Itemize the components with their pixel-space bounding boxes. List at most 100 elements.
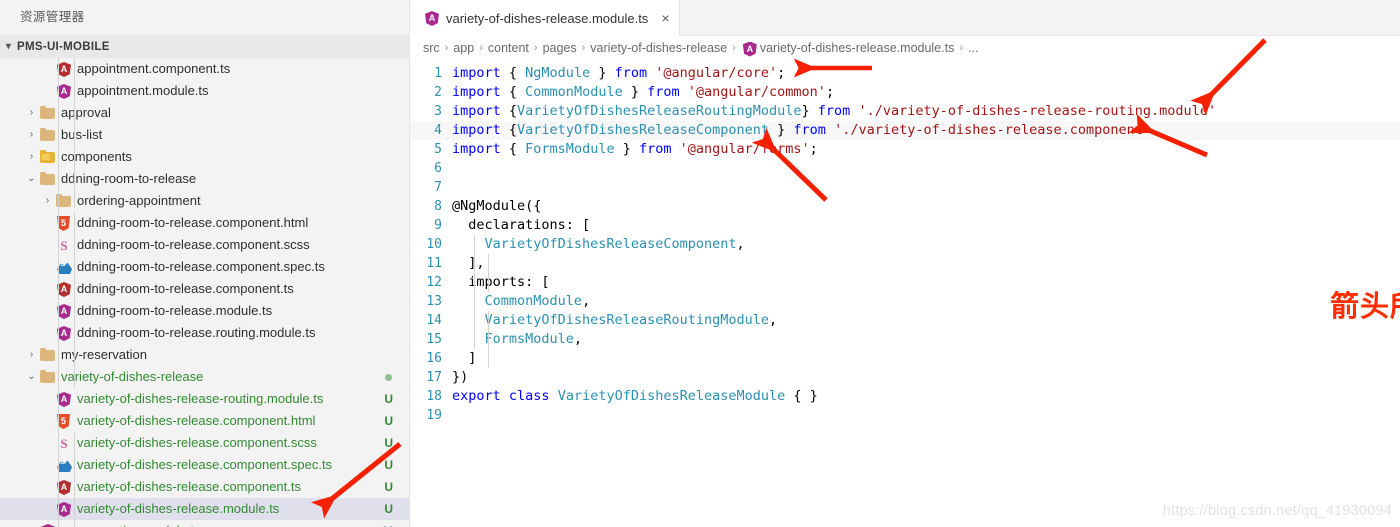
tree-row[interactable]: ›ddning-room-to-release.routing.module.t… [0, 322, 409, 344]
tree-row[interactable]: ›variety-of-dishes-release-routing.modul… [0, 388, 409, 410]
indent-guide [488, 311, 489, 368]
tree-row[interactable]: ⌄ ddning-room-to-release [0, 168, 409, 190]
tree-row[interactable]: ›ddning-room-to-release.component.html [0, 212, 409, 234]
tree-row-label: variety-of-dishes-release.component.scss [77, 435, 317, 450]
line-number: 18 [426, 389, 442, 404]
folder-icon [39, 347, 57, 363]
vscode-window: 资源管理器 ▾ PMS-UI-MOBILE ›appointment.compo… [0, 0, 1400, 527]
tree-row[interactable]: ›Sddning-room-to-release.component.scss [0, 234, 409, 256]
breadcrumb-separator-icon: › [959, 41, 964, 54]
tree-row[interactable]: › ordering-appointment [0, 190, 409, 212]
code-line[interactable]: 1 import { NgModule } from '@angular/core… [410, 64, 1400, 83]
code-line[interactable]: 19 [410, 406, 1400, 425]
project-root-header[interactable]: ▾ PMS-UI-MOBILE [0, 36, 409, 58]
code-line-text: export class VarietyOfDishesReleaseModul… [452, 388, 818, 404]
angular-module-icon [741, 41, 757, 57]
code-line-text: VarietyOfDishesReleaseComponent, [484, 236, 745, 252]
code-line[interactable]: 3 import {VarietyOfDishesReleaseRoutingMo… [410, 102, 1400, 121]
code-line[interactable]: 2 import { CommonModule } from '@angular/… [410, 83, 1400, 102]
tree-row[interactable]: ›appointment.module.ts [0, 80, 409, 102]
breadcrumb-segment[interactable]: ... [968, 41, 978, 55]
tree-row-label: components [61, 149, 132, 164]
chevron-right-icon[interactable]: › [24, 344, 39, 366]
indent-guide [488, 254, 489, 292]
breadcrumb-segment[interactable]: content [488, 41, 529, 55]
editor-area: variety-of-dishes-release.module.ts × sr… [410, 0, 1400, 527]
chevron-down-icon[interactable]: ⌄ [24, 366, 39, 388]
tree-row[interactable]: ›ddning-room-to-release.module.ts [0, 300, 409, 322]
code-line[interactable]: 10 VarietyOfDishesReleaseComponent, [410, 235, 1400, 254]
tree-row[interactable]: › components [0, 146, 409, 168]
line-number: 11 [426, 256, 442, 271]
code-line[interactable]: 16 ] [410, 349, 1400, 368]
folder-special-icon [39, 149, 57, 165]
code-line[interactable]: 6 [410, 159, 1400, 178]
code-line[interactable]: 5 import { FormsModule } from '@angular/f… [410, 140, 1400, 159]
code-line[interactable]: 7 [410, 178, 1400, 197]
tree-row-label: approval [61, 105, 111, 120]
code-editor[interactable]: 1 import { NgModule } from '@angular/core… [410, 59, 1400, 425]
tree-row[interactable]: ›variety-of-dishes-release.module.tsU [0, 498, 409, 520]
folder-icon [39, 369, 57, 385]
code-line-text: }) [452, 369, 469, 385]
code-line[interactable]: 14 VarietyOfDishesReleaseRoutingModule, [410, 311, 1400, 330]
tree-row-label: pages-routing.module.ts [61, 520, 200, 527]
code-line-text: FormsModule, [484, 331, 583, 347]
tree-row[interactable]: ›appointment.component.ts [0, 58, 409, 80]
tree-row[interactable]: › bus-list [0, 124, 409, 146]
breadcrumb-segment[interactable]: pages [543, 41, 577, 55]
tree-row[interactable]: ›Svariety-of-dishes-release.component.sc… [0, 432, 409, 454]
code-line-text: CommonModule, [484, 293, 591, 309]
tree-row[interactable]: ›variety-of-dishes-release.component.tsU [0, 476, 409, 498]
git-status-badge: U [384, 414, 393, 428]
breadcrumb-separator-icon: › [533, 41, 538, 54]
chevron-right-icon[interactable]: › [24, 124, 39, 146]
tree-row-label: appointment.module.ts [77, 83, 209, 98]
breadcrumb-segment[interactable]: src [423, 41, 440, 55]
git-status-badge: U [384, 458, 393, 472]
code-line[interactable]: 13 CommonModule, [410, 292, 1400, 311]
tree-row[interactable]: ›pages-routing.module.tsM [0, 520, 409, 527]
code-line[interactable]: 12 imports: [ [410, 273, 1400, 292]
tree-guide-line [58, 58, 59, 527]
close-icon[interactable]: × [661, 11, 669, 25]
tree-row-label: variety-of-dishes-release [61, 369, 204, 384]
folder-icon [39, 171, 57, 187]
angular-module-icon [423, 10, 439, 26]
breadcrumb: src › app › content › pages › variety-of-dishes-… [410, 36, 1400, 59]
angular-module-icon [39, 523, 57, 527]
breadcrumb-separator-icon: › [479, 41, 483, 54]
chevron-right-icon[interactable]: › [24, 102, 39, 124]
chevron-down-icon[interactable]: ⌄ [24, 168, 39, 190]
tree-row[interactable]: ⌄ variety-of-dishes-release [0, 366, 409, 388]
code-line[interactable]: 17}) [410, 368, 1400, 387]
tree-row[interactable]: ›variety-of-dishes-release.component.htm… [0, 410, 409, 432]
code-line[interactable]: 11 ], [410, 254, 1400, 273]
breadcrumb-segment[interactable]: app [453, 41, 474, 55]
tree-row[interactable]: › approval [0, 102, 409, 124]
file-tree: ›appointment.component.ts›appointment.mo… [0, 58, 409, 527]
explorer-section: ▾ PMS-UI-MOBILE ›appointment.component.t… [0, 35, 409, 527]
breadcrumb-segment[interactable]: variety-of-dishes-release [590, 41, 727, 55]
code-line[interactable]: 18 export class VarietyOfDishesReleaseMod… [410, 387, 1400, 406]
tree-row[interactable]: › my-reservation [0, 344, 409, 366]
tree-row[interactable]: ›variety-of-dishes-release.component.spe… [0, 454, 409, 476]
breadcrumb-segment[interactable]: variety-of-dishes-release.module.ts [760, 41, 955, 55]
tree-row[interactable]: ›ddning-room-to-release.component.ts [0, 278, 409, 300]
editor-tab[interactable]: variety-of-dishes-release.module.ts × [410, 0, 680, 36]
folder-icon [39, 105, 57, 121]
git-status-badge: U [384, 436, 393, 450]
chevron-right-icon[interactable]: › [40, 190, 55, 212]
chevron-right-icon[interactable]: › [24, 146, 39, 168]
code-line[interactable]: 15 FormsModule, [410, 330, 1400, 349]
breadcrumb-separator-icon: › [444, 41, 449, 54]
explorer-sidebar: 资源管理器 ▾ PMS-UI-MOBILE ›appointment.compo… [0, 0, 410, 527]
tree-row-label: variety-of-dishes-release.component.html [77, 413, 316, 428]
code-line[interactable]: 4 import {VarietyOfDishesReleaseComponent… [410, 121, 1400, 140]
tree-row[interactable]: ›ddning-room-to-release.component.spec.t… [0, 256, 409, 278]
git-status-badge: U [384, 392, 393, 406]
tree-row-label: ddning-room-to-release.component.html [77, 215, 309, 230]
code-line[interactable]: 8 @NgModule({ [410, 197, 1400, 216]
code-line[interactable]: 9 declarations: [ [410, 216, 1400, 235]
